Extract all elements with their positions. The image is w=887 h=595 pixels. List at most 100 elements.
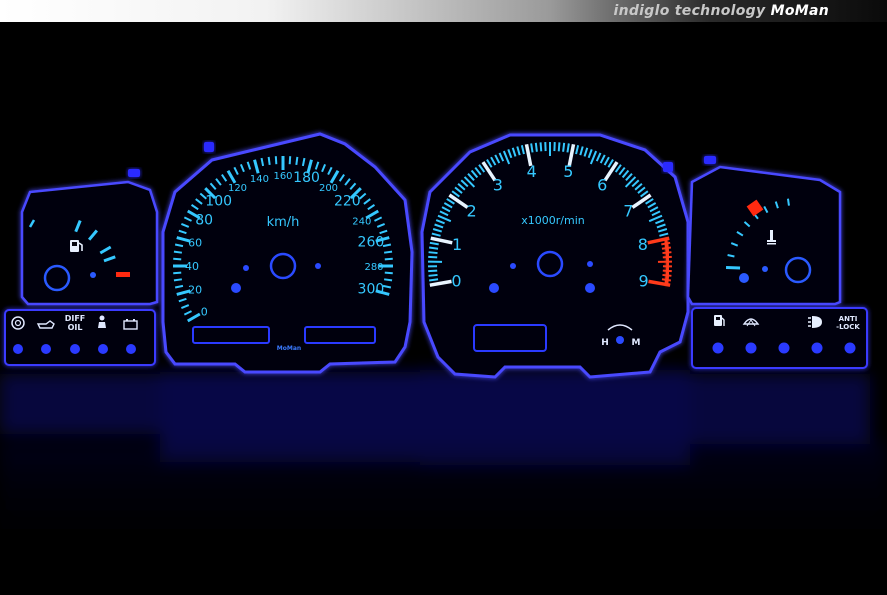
speedo-logo: MoMan [277,345,301,352]
speed-label: 0 [201,306,208,319]
speed-tick [274,156,278,165]
temp-m-label: M [632,338,641,348]
speed-label: 280 [364,262,383,273]
speed-tick [384,257,393,261]
indicator-lamp [811,342,823,354]
diff-oil-line1: DIFF [65,314,86,323]
speed-label: 200 [319,183,338,194]
speed-label: 120 [228,183,247,194]
speed-unit: km/h [267,215,300,230]
reflection [0,370,887,572]
rpm-dot-left [510,263,516,269]
brand-caption: indiglo technology MoMan [614,3,830,19]
warning-strip-right: ANTI -LOCK [691,307,868,369]
speed-label: 80 [195,213,213,229]
rpm-unit: x1000r/min [521,214,585,227]
speed-label: 100 [205,194,232,210]
indicator-lamp [41,344,51,354]
rpm-tick [428,273,438,277]
temp-low-dot [739,273,749,283]
speed-tick [384,271,393,275]
rpm-tick [539,142,543,152]
rpm-label: 2 [467,201,477,220]
antilock-line2: -LOCK [836,323,860,331]
dashboard-photo: indiglo technology MoMan DIFF OIL 0 20 4… [0,0,887,595]
speed-tick [295,156,299,166]
brand-name: MoMan [770,3,829,19]
rpm-tick [534,142,538,152]
speed-label: 160 [273,171,292,182]
instrument-cluster: DIFF OIL 020406080100120140 160 1802002202… [0,132,887,572]
speed-label: 260 [358,234,385,250]
rpm-tick [428,251,438,255]
hm-dot [616,336,624,344]
rpm-label: 1 [452,235,462,254]
rpm-label: 3 [493,176,503,195]
speed-label: 20 [188,284,202,297]
speed-tick [383,250,393,254]
indicator-lamp [98,344,108,354]
headlight-icon [808,316,822,328]
fuel-empty-mark [116,272,130,277]
trip-reset-knob [231,283,241,293]
antilock-line1: ANTI [839,315,858,323]
indicator-lamp [844,342,856,354]
rpm-label: 4 [527,162,537,181]
rpm-tick [428,255,438,259]
temp-dot [762,266,768,272]
temp-h-label: H [601,338,609,348]
temp-tick [727,254,735,258]
fuel-gauge [20,180,159,306]
bezel-stud [204,142,214,152]
speed-tick [267,156,271,166]
indicator-lamp [745,342,757,354]
rpm-label: 0 [451,271,461,290]
speed-label: 220 [334,194,361,210]
rpm-dot-right [587,261,593,267]
rpm-lower-dot [489,283,499,293]
speed-tick [173,250,183,254]
speed-tick [173,271,182,275]
fuel-dot [90,272,96,278]
rpm-tick [562,142,566,152]
speed-tick [173,257,182,261]
temperature-gauge [686,165,842,306]
rpm-tick [557,142,561,152]
rpm-label: 7 [623,201,633,220]
speed-label: 40 [185,260,199,273]
speed-label: 240 [352,217,371,228]
indicator-lamp [712,342,724,354]
tachometer: 0 123 4 5 678 9 x1000r/min H M [420,133,690,379]
rpm-tick [428,269,438,273]
temp-tick [786,198,790,206]
speed-tick [383,278,393,282]
rpm-tick [428,246,439,250]
speed-label: 300 [358,282,385,298]
indicator-lamp [70,344,80,354]
rpm-tick [530,143,534,153]
speed-label: 60 [188,236,202,249]
bezel-stud [704,156,716,164]
rpm-label: 9 [638,271,648,290]
indicator-lamp [778,342,790,354]
speedometer: 0 20 40 60 80 100120140 160 180200220 240 260 280 3… [161,132,414,374]
warning-strip-left: DIFF OIL [4,309,156,366]
rpm-tick [428,278,439,282]
indicator-lamp [13,344,23,354]
speed-dot-left [243,265,249,271]
speed-tick [288,156,292,165]
rpm-label: 8 [638,235,648,254]
header-bar: indiglo technology MoMan [0,0,887,22]
speed-label: 140 [250,174,269,185]
speed-tick [173,278,183,282]
speed-label: 180 [293,170,320,186]
indicator-lamp [126,344,136,354]
brand-tagline: indiglo technology [613,3,766,19]
bezel-stud [128,169,140,177]
speed-dot-right [315,263,321,269]
rpm-lower-dot-right [585,283,595,293]
bezel-stud [663,162,673,172]
rpm-label: 6 [597,176,607,195]
rpm-label: 5 [563,162,573,181]
diff-oil-line2: OIL [68,323,83,332]
